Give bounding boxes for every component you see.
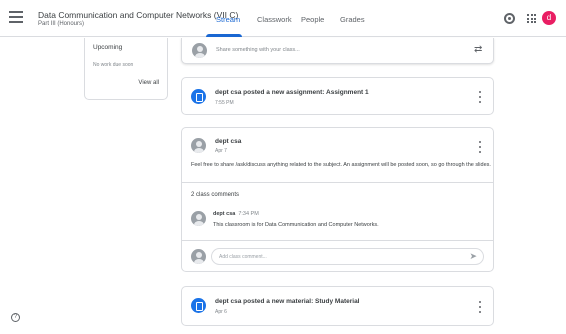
help-icon[interactable]: ? xyxy=(11,313,20,322)
upcoming-empty-text: No work due soon xyxy=(93,62,134,68)
view-all-link[interactable]: View all xyxy=(138,80,159,86)
share-box[interactable]: Share something with your class... ⇄ xyxy=(181,38,494,64)
gear-icon[interactable] xyxy=(504,13,515,24)
assignment-icon xyxy=(191,89,206,104)
tab-grades[interactable]: Grades xyxy=(340,15,365,24)
comment-time: 7:34 PM xyxy=(238,211,259,217)
material-post[interactable]: dept csa posted a new material: Study Ma… xyxy=(181,286,494,326)
tab-stream[interactable]: Stream xyxy=(216,15,240,24)
post-title[interactable]: dept csa posted a new assignment: Assign… xyxy=(215,89,369,96)
assignment-post[interactable]: dept csa posted a new assignment: Assign… xyxy=(181,77,494,115)
top-app-bar: Data Communication and Computer Networks… xyxy=(0,0,566,37)
comment-author: dept csa 7:34 PM xyxy=(213,211,259,217)
repost-icon[interactable]: ⇄ xyxy=(474,44,482,55)
avatar xyxy=(191,138,206,153)
tab-classwork[interactable]: Classwork xyxy=(257,15,292,24)
post-body: Feel free to share /ask/discuss anything… xyxy=(191,162,491,168)
material-icon xyxy=(191,298,206,313)
comment-text: This classroom is for Data Communication… xyxy=(213,222,379,228)
more-options-icon[interactable] xyxy=(478,141,482,153)
comment-author-name: dept csa xyxy=(213,211,236,217)
class-title[interactable]: Data Communication and Computer Networks… xyxy=(38,10,238,20)
active-tab-indicator xyxy=(206,34,242,37)
tab-people[interactable]: People xyxy=(301,15,324,24)
avatar xyxy=(192,43,207,58)
class-subtitle: Part III (Honours) xyxy=(38,21,85,27)
post-author: dept csa xyxy=(215,138,242,145)
upcoming-card: Upcoming No work due soon View all xyxy=(84,38,168,100)
send-icon[interactable]: ➤ xyxy=(469,251,477,262)
comment-input[interactable]: Add class comment... ➤ xyxy=(211,248,484,265)
divider xyxy=(182,240,493,241)
post-title[interactable]: dept csa posted a new material: Study Ma… xyxy=(215,298,360,305)
apps-grid-icon[interactable] xyxy=(527,14,536,23)
post-date: Apr 7 xyxy=(215,148,227,154)
more-options-icon[interactable] xyxy=(478,301,482,313)
announcement-post: dept csa Apr 7 Feel free to share /ask/d… xyxy=(181,127,494,272)
menu-icon[interactable] xyxy=(9,11,23,23)
comments-count[interactable]: 2 class comments xyxy=(191,192,239,198)
post-time: Apr 6 xyxy=(215,309,227,315)
avatar xyxy=(191,211,206,226)
post-time: 7:55 PM xyxy=(215,100,234,106)
avatar xyxy=(191,249,206,264)
more-options-icon[interactable] xyxy=(478,91,482,103)
upcoming-title: Upcoming xyxy=(93,44,123,51)
divider xyxy=(182,182,493,183)
user-avatar[interactable]: d xyxy=(542,11,556,25)
comment-input-placeholder: Add class comment... xyxy=(219,254,267,260)
share-placeholder[interactable]: Share something with your class... xyxy=(216,47,300,53)
